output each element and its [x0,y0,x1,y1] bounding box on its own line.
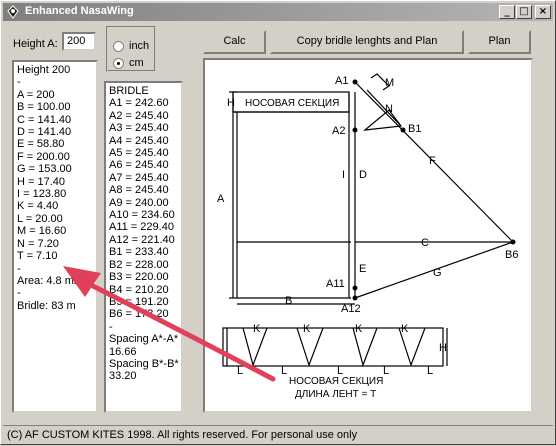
status-bar: (C) AF CUSTOM KITES 1998. All rights res… [3,425,553,444]
annotation-arrow [63,266,276,382]
arrow-shaft [90,283,276,382]
copyright-text: (C) AF CUSTOM KITES 1998. All rights res… [7,429,358,441]
main-window: Enhanced NasaWing _ □ × Height A: 200 in… [0,0,556,445]
arrow-head [63,266,101,297]
